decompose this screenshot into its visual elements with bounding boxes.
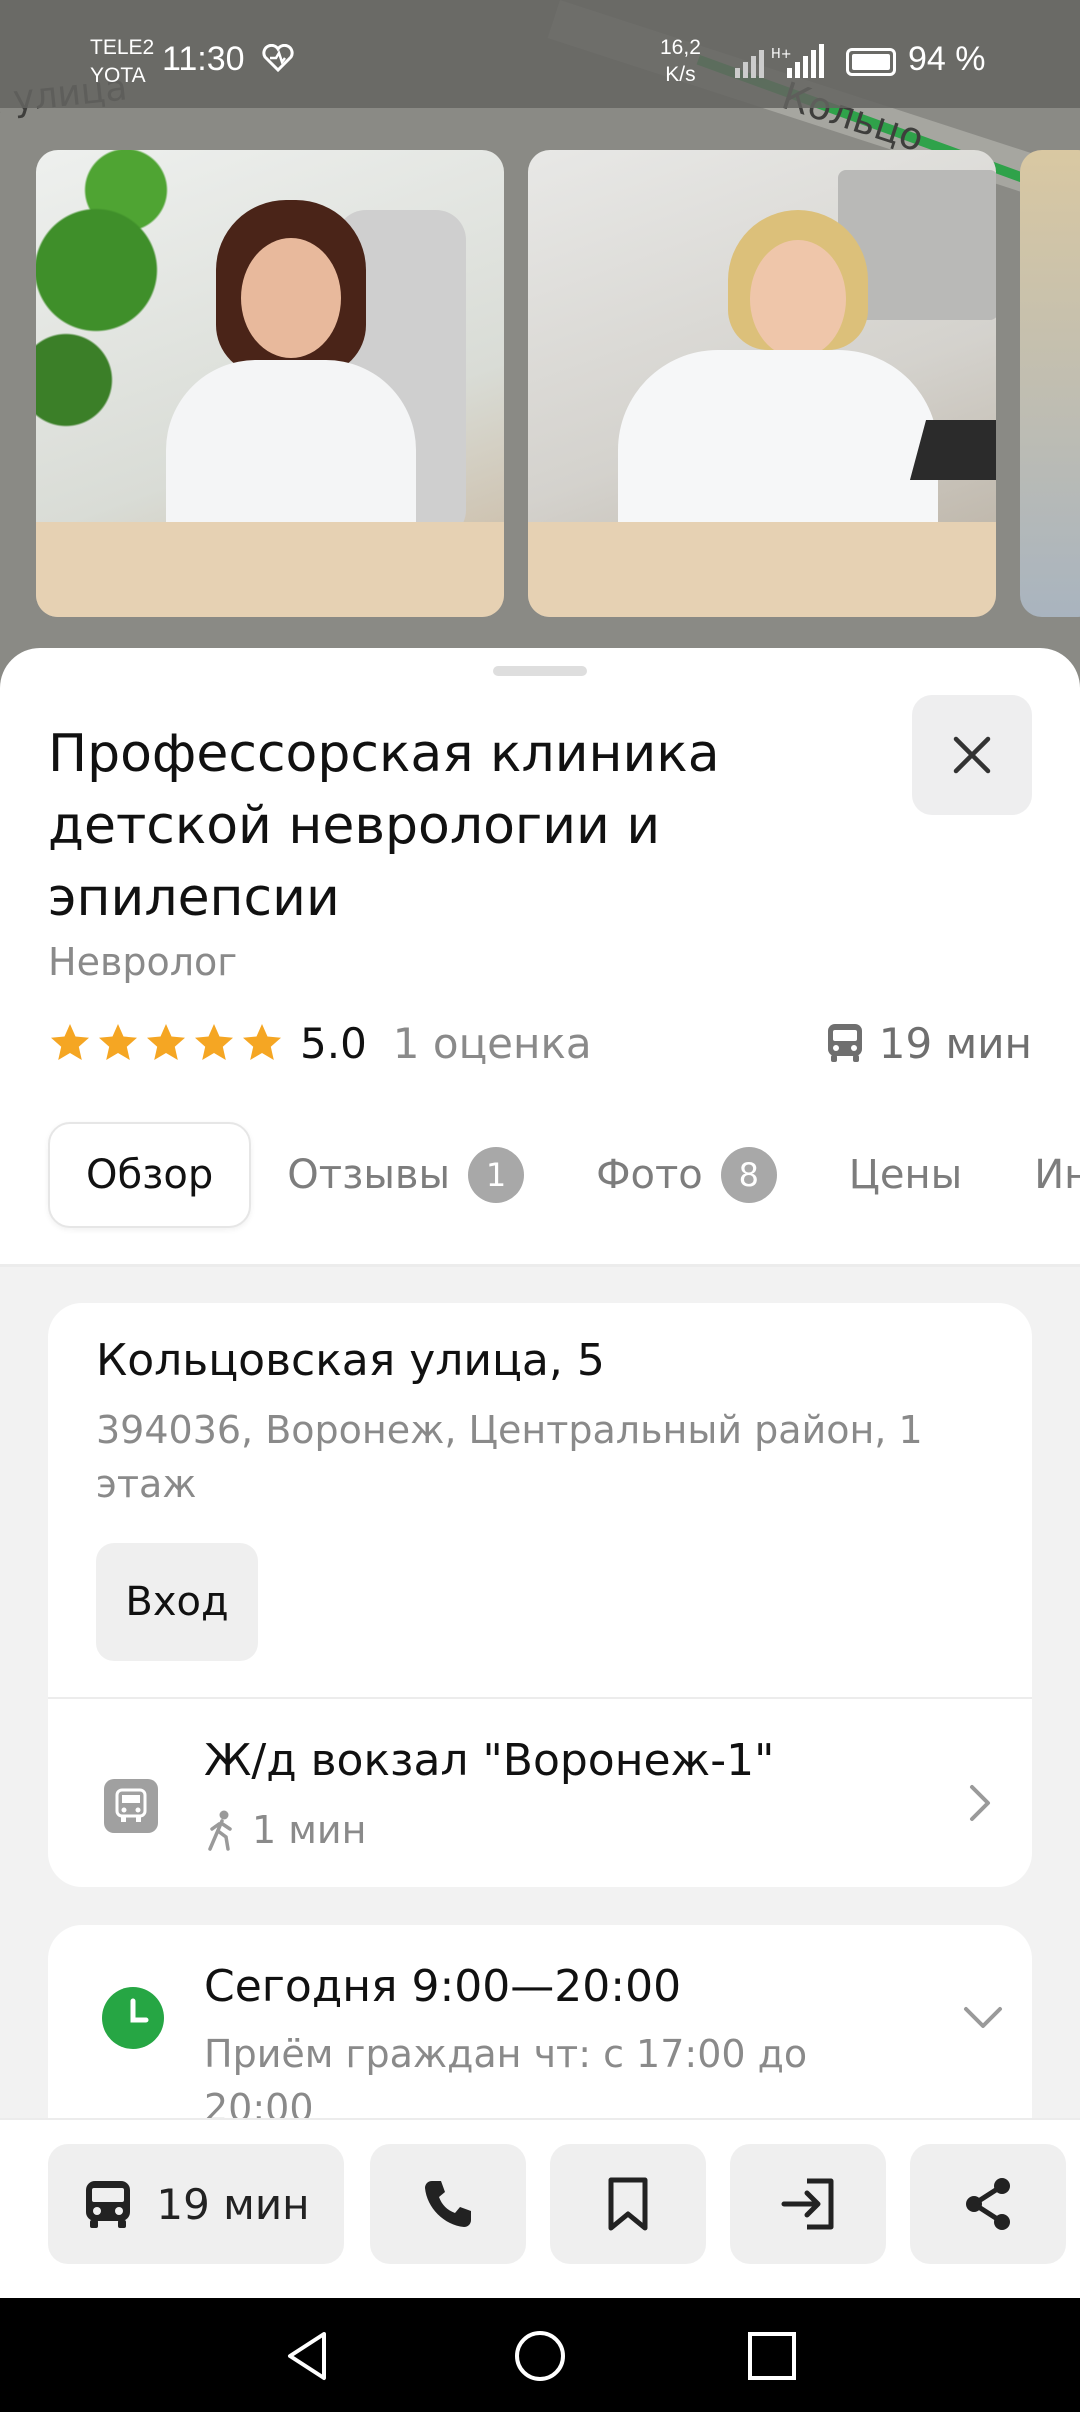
carrier-2: YOTA	[90, 64, 146, 87]
entrance-button[interactable]: Вход	[96, 1543, 258, 1661]
home-icon[interactable]	[512, 2328, 568, 2384]
system-nav-bar	[0, 2298, 1080, 2412]
tab-label: Обзор	[86, 1152, 214, 1198]
call-button[interactable]	[370, 2144, 526, 2264]
net-speed-value: 16,2	[660, 36, 701, 59]
photo-desk	[528, 522, 996, 617]
phone-icon	[425, 2181, 471, 2227]
tab-info[interactable]: Ин	[998, 1122, 1080, 1228]
rating-count: 1 оценка	[392, 1018, 592, 1068]
route-time-label: 19 мин	[156, 2179, 310, 2229]
status-bar: TELE2 YOTA 11:30 16,2 K/s H+ 94 %	[0, 0, 1080, 108]
tab-photos[interactable]: Фото 8	[560, 1122, 813, 1228]
signal-icon: H+	[735, 44, 835, 82]
sheet-body: Кольцовская улица, 5 394036, Воронеж, Це…	[0, 1267, 1080, 2122]
hours-card[interactable]: Сегодня 9:00—20:00 Приём граждан чт: с 1…	[48, 1925, 1032, 2122]
divider	[48, 1697, 1032, 1699]
walking-icon	[208, 1810, 232, 1851]
place-photo[interactable]	[36, 150, 504, 617]
transit-stop-name[interactable]: Ж/д вокзал "Воронеж-1"	[204, 1735, 774, 1786]
address-details: 394036, Воронеж, Центральный район, 1 эт…	[96, 1408, 923, 1506]
transit-walk-time: 1 мин	[204, 1808, 366, 1852]
star-icon	[147, 1024, 185, 1060]
action-bar: 19 мин	[0, 2118, 1080, 2298]
place-title: Профессорская клиника детской неврологии…	[48, 724, 720, 928]
rating-value: 5.0	[300, 1018, 367, 1068]
star-icon	[99, 1024, 137, 1060]
place-photo[interactable]	[1020, 150, 1080, 617]
rating-row[interactable]: 5.0 1 оценка	[48, 1013, 592, 1073]
clock-icon	[102, 1987, 164, 2049]
close-button[interactable]	[912, 695, 1032, 815]
bus-icon	[827, 1024, 862, 1062]
star-icon	[51, 1024, 89, 1060]
hours-note: Приём граждан чт: с 17:00 до 20:00	[204, 2032, 808, 2122]
tab-label: Ин	[1034, 1152, 1080, 1198]
tab-bar: Обзор Отзывы 1 Фото 8 Цены Ин	[48, 1122, 1080, 1228]
place-photo[interactable]	[528, 150, 996, 617]
route-button[interactable]: 19 мин	[48, 2144, 344, 2264]
back-icon[interactable]	[280, 2328, 336, 2384]
close-icon	[953, 736, 991, 774]
svg-text:H+: H+	[771, 47, 792, 62]
address-street[interactable]: Кольцовская улица, 5	[96, 1335, 605, 1386]
network-speed: 16,2 K/s	[660, 34, 701, 88]
share-icon	[966, 2178, 1010, 2230]
transit-stop-icon	[104, 1779, 158, 1833]
photo-desk	[36, 522, 504, 617]
rating-stars	[48, 1021, 284, 1065]
bus-icon	[86, 2181, 131, 2228]
enter-button[interactable]	[730, 2144, 886, 2264]
tab-overview[interactable]: Обзор	[48, 1122, 252, 1228]
star-icon	[195, 1024, 233, 1060]
walk-time-label: 1 мин	[252, 1808, 367, 1852]
photo-plant	[36, 150, 176, 450]
bookmark-button[interactable]	[550, 2144, 706, 2264]
carrier-1: TELE2	[90, 36, 155, 59]
net-speed-unit: K/s	[665, 63, 696, 86]
sheet-grabber[interactable]	[493, 666, 587, 676]
battery-percent: 94 %	[908, 40, 986, 78]
recents-icon[interactable]	[744, 2328, 800, 2384]
tab-label: Отзывы	[287, 1152, 451, 1198]
tab-count-badge: 8	[720, 1147, 777, 1203]
chevron-right-icon[interactable]	[968, 1783, 992, 1827]
battery-icon	[846, 48, 896, 76]
login-icon	[781, 2178, 834, 2230]
share-button[interactable]	[910, 2144, 1066, 2264]
tab-label: Цены	[848, 1152, 963, 1198]
carrier-labels: TELE2 YOTA	[90, 34, 154, 90]
travel-time[interactable]: 19 мин	[825, 1013, 1032, 1073]
bookmark-icon	[608, 2177, 648, 2231]
star-icon	[243, 1024, 281, 1060]
place-category: Невролог	[48, 940, 238, 984]
place-card-sheet: Профессорская клиника детской неврологии…	[0, 648, 1080, 2122]
tab-label: Фото	[596, 1152, 703, 1198]
tab-prices[interactable]: Цены	[813, 1122, 998, 1228]
tab-reviews[interactable]: Отзывы 1	[251, 1122, 560, 1228]
hours-today: Сегодня 9:00—20:00	[204, 1961, 682, 2012]
health-icon	[262, 43, 294, 79]
address-card: Кольцовская улица, 5 394036, Воронеж, Це…	[48, 1303, 1032, 1887]
tab-count-badge: 1	[468, 1147, 525, 1203]
chevron-down-icon[interactable]	[962, 2005, 1004, 2035]
travel-time-label: 19 мин	[878, 1018, 1032, 1068]
status-time: 11:30	[162, 40, 245, 78]
